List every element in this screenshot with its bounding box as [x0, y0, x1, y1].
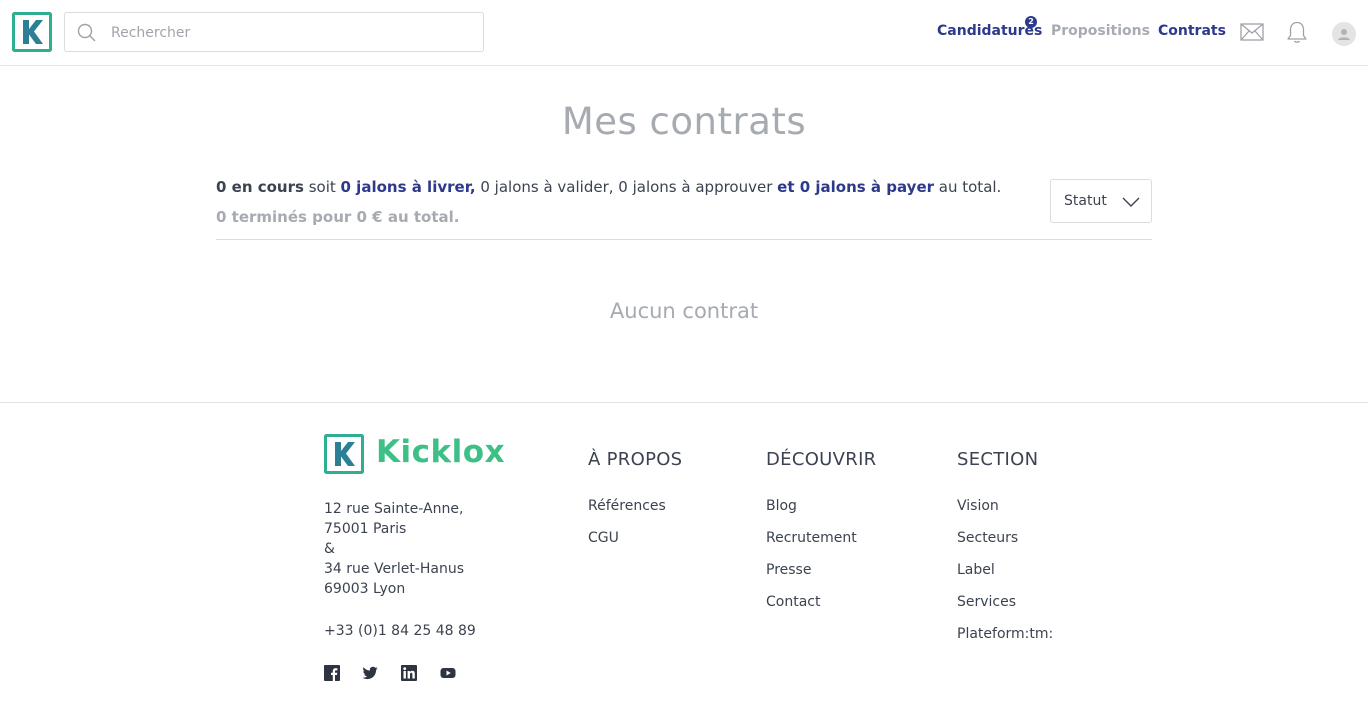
footer-link-presse[interactable]: Presse: [766, 562, 811, 578]
address-line: &: [324, 541, 335, 557]
footer-link-secteurs[interactable]: Secteurs: [957, 530, 1018, 546]
chevron-down-icon: [1122, 197, 1140, 207]
address-line: 75001 Paris: [324, 521, 407, 537]
contracts-summary: 0 en cours soit 0 jalons à livrer, 0 jal…: [216, 178, 1001, 196]
facebook-icon[interactable]: [324, 665, 340, 681]
user-avatar-icon: [1338, 29, 1350, 40]
candidatures-count-badge: 2: [1025, 16, 1037, 28]
search-box[interactable]: [64, 12, 484, 52]
footer-link-references[interactable]: Références: [588, 498, 666, 514]
status-filter-label: Statut: [1064, 193, 1107, 209]
footer-col-title-apropos: À PROPOS: [588, 449, 683, 470]
youtube-icon[interactable]: [440, 665, 456, 681]
empty-state-message: Aucun contrat: [609, 299, 759, 323]
to-pay-count: et 0 jalons à payer: [777, 178, 935, 196]
summary-divider: [216, 239, 1152, 240]
page-title: Mes contrats: [561, 100, 807, 143]
summary-end: au total.: [934, 178, 1002, 196]
mail-icon[interactable]: [1240, 20, 1264, 44]
footer-link-cgu[interactable]: CGU: [588, 530, 619, 546]
address-line: 34 rue Verlet-Hanus: [324, 561, 465, 577]
to-deliver-count: 0 jalons à livrer,: [340, 178, 476, 196]
avatar[interactable]: [1332, 22, 1356, 46]
footer-brand-name: Kicklox: [376, 434, 506, 470]
address-line: 69003 Lyon: [324, 581, 406, 597]
footer-link-label[interactable]: Label: [957, 562, 995, 578]
footer-col-title-section: SECTION: [957, 449, 1039, 470]
footer-logo[interactable]: Kicklox: [324, 434, 506, 474]
twitter-icon[interactable]: [362, 665, 378, 681]
kicklox-k-logo-icon[interactable]: [12, 12, 52, 52]
footer-link-plateform[interactable]: Plateform:tm:: [957, 626, 1053, 642]
nav-contrats[interactable]: Contrats: [1158, 23, 1226, 39]
in-progress-count: 0 en cours: [216, 178, 304, 196]
search-icon: [77, 23, 96, 42]
footer-phone: +33 (0)1 84 25 48 89: [324, 623, 476, 639]
footer-address: 12 rue Sainte-Anne, 75001 Paris & 34 rue…: [324, 499, 464, 599]
summary-soit: soit: [303, 178, 341, 196]
finished-summary: 0 terminés pour 0 € au total.: [216, 208, 460, 226]
search-input[interactable]: [109, 21, 469, 45]
status-filter-select[interactable]: Statut: [1050, 179, 1152, 223]
linkedin-icon[interactable]: [401, 665, 417, 681]
kicklox-k-logo-icon: [324, 434, 364, 474]
footer-col-title-decouvrir: DÉCOUVRIR: [766, 449, 877, 470]
summary-middle: 0 jalons à valider, 0 jalons à approuver: [475, 178, 778, 196]
footer-link-recrutement[interactable]: Recrutement: [766, 530, 857, 546]
footer: Kicklox 12 rue Sainte-Anne, 75001 Paris …: [0, 402, 1368, 713]
footer-link-contact[interactable]: Contact: [766, 594, 820, 610]
footer-link-services[interactable]: Services: [957, 594, 1016, 610]
address-line: 12 rue Sainte-Anne,: [324, 501, 464, 517]
nav-propositions[interactable]: Propositions: [1051, 23, 1150, 39]
bell-icon[interactable]: [1285, 20, 1309, 44]
footer-link-vision[interactable]: Vision: [957, 498, 999, 514]
top-header: Candidatures 2 Propositions Contrats: [0, 0, 1368, 66]
footer-link-blog[interactable]: Blog: [766, 498, 797, 514]
